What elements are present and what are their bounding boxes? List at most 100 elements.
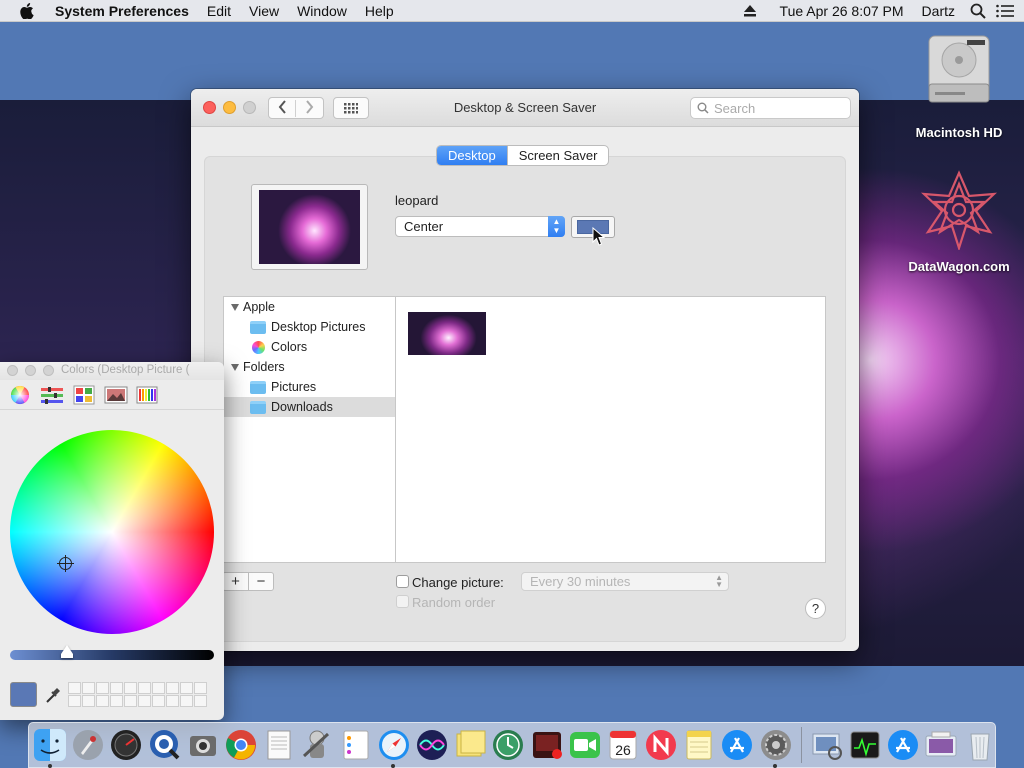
photo-booth-icon[interactable] [528, 727, 565, 764]
quicktime-icon[interactable] [146, 727, 183, 764]
chrome-icon[interactable] [223, 727, 260, 764]
menu-user[interactable]: Dartz [913, 3, 964, 19]
brightness-slider-knob[interactable] [61, 645, 74, 658]
custom-swatch-cell[interactable] [180, 695, 193, 707]
custom-swatch-cell[interactable] [166, 695, 179, 707]
custom-swatch-cell[interactable] [110, 682, 123, 694]
activity-monitor-icon[interactable] [847, 727, 884, 764]
tab-screen-saver[interactable]: Screen Saver [506, 146, 609, 165]
tab-desktop[interactable]: Desktop [437, 146, 507, 165]
window-titlebar[interactable]: Desktop & Screen Saver [191, 89, 859, 127]
source-item-downloads[interactable]: Downloads [224, 397, 395, 417]
system-preferences-icon[interactable] [757, 727, 794, 768]
desktop-icon-label: DataWagon.com [908, 259, 1010, 274]
desktop-icon-macintosh-hd[interactable]: Macintosh HD [904, 32, 1014, 140]
desktop-folder-icon[interactable] [923, 727, 960, 764]
apple-menu-icon[interactable] [20, 2, 34, 19]
custom-swatch-cell[interactable] [68, 695, 81, 707]
random-order-checkbox[interactable] [396, 595, 409, 608]
custom-swatch-cell[interactable] [180, 682, 193, 694]
source-group-folders[interactable]: Folders [224, 357, 395, 377]
reminders-icon[interactable] [337, 727, 374, 764]
custom-swatch-cell[interactable] [152, 695, 165, 707]
source-item-colors[interactable]: Colors [224, 337, 395, 357]
placement-popup[interactable]: Center ▲ ▼ [395, 216, 565, 237]
spotlight-icon[interactable] [970, 3, 986, 19]
color-swatch-grid[interactable] [68, 682, 207, 707]
search-field[interactable] [690, 97, 851, 119]
custom-swatch-cell[interactable] [194, 695, 207, 707]
custom-swatch-cell[interactable] [194, 682, 207, 694]
colors-zoom-button[interactable] [43, 365, 54, 376]
custom-swatch-cell[interactable] [68, 682, 81, 694]
siri-icon[interactable] [413, 727, 450, 764]
source-group-apple[interactable]: Apple [224, 297, 395, 317]
brightness-slider[interactable] [10, 650, 214, 660]
eyedropper-icon[interactable] [45, 686, 61, 704]
help-button[interactable]: ? [805, 598, 826, 619]
screenshot-icon[interactable] [184, 727, 221, 764]
add-remove-buttons: + − [222, 572, 274, 591]
custom-swatch-cell[interactable] [82, 682, 95, 694]
interval-value: Every 30 minutes [530, 574, 631, 589]
menu-clock[interactable]: Tue Apr 26 8:07 PM [771, 3, 913, 19]
disclosure-triangle-icon[interactable] [231, 363, 239, 371]
change-picture-checkbox[interactable] [396, 575, 409, 588]
safari-icon[interactable] [375, 727, 412, 768]
custom-swatch-cell[interactable] [82, 695, 95, 707]
time-machine-icon[interactable] [490, 727, 527, 764]
preview-icon[interactable] [808, 727, 845, 764]
sliders-icon[interactable] [40, 385, 63, 405]
source-group-label: Apple [243, 300, 275, 314]
notes-icon[interactable] [681, 727, 718, 764]
pencils-icon[interactable] [136, 385, 158, 405]
notification-center-icon[interactable] [996, 4, 1014, 18]
palettes-icon[interactable] [73, 385, 95, 405]
source-item-desktop-pictures[interactable]: Desktop Pictures [224, 317, 395, 337]
color-wheel[interactable] [10, 430, 214, 634]
disclosure-triangle-icon[interactable] [231, 303, 239, 311]
colors-panel-titlebar[interactable]: Colors (Desktop Picture ( [0, 362, 224, 380]
random-order-label: Random order [412, 595, 496, 610]
color-wheel-icon[interactable] [10, 385, 32, 405]
news-icon[interactable] [643, 727, 680, 764]
eject-icon[interactable] [743, 4, 757, 17]
custom-swatch-cell[interactable] [152, 682, 165, 694]
color-wheel-crosshair[interactable] [57, 555, 74, 572]
app-store-downloads-icon[interactable] [885, 727, 922, 764]
finder-icon[interactable] [32, 727, 69, 768]
calendar-icon[interactable]: 26 [604, 727, 641, 764]
automator-icon[interactable] [299, 727, 336, 764]
menu-view[interactable]: View [240, 3, 288, 19]
facetime-icon[interactable] [566, 727, 603, 764]
source-item-pictures[interactable]: Pictures [224, 377, 395, 397]
interval-popup[interactable]: Every 30 minutes ▲ ▼ [521, 572, 729, 591]
stickies-icon[interactable] [452, 727, 489, 764]
custom-swatch-cell[interactable] [96, 695, 109, 707]
menu-edit[interactable]: Edit [198, 3, 240, 19]
custom-swatch-cell[interactable] [166, 682, 179, 694]
current-color-swatch[interactable] [10, 682, 37, 707]
dashboard-icon[interactable] [108, 727, 145, 764]
image-palettes-icon[interactable] [104, 385, 128, 405]
menu-window[interactable]: Window [288, 3, 356, 19]
custom-swatch-cell[interactable] [110, 695, 123, 707]
trash-icon[interactable] [961, 727, 998, 764]
picture-thumbnail[interactable] [408, 312, 486, 355]
search-input[interactable] [714, 100, 844, 116]
textedit-icon[interactable] [261, 727, 298, 764]
menu-app-name[interactable]: System Preferences [46, 3, 198, 19]
custom-swatch-cell[interactable] [124, 682, 137, 694]
custom-swatch-cell[interactable] [138, 695, 151, 707]
desktop-icon-datawagon[interactable]: DataWagon.com [904, 170, 1014, 274]
menu-help[interactable]: Help [356, 3, 403, 19]
colors-minimize-button[interactable] [25, 365, 36, 376]
launchpad-icon[interactable] [70, 727, 107, 764]
colors-close-button[interactable] [7, 365, 18, 376]
remove-folder-button[interactable]: − [248, 573, 273, 590]
custom-swatch-cell[interactable] [124, 695, 137, 707]
app-store-icon[interactable] [719, 727, 756, 764]
add-folder-button[interactable]: + [223, 573, 248, 590]
custom-swatch-cell[interactable] [138, 682, 151, 694]
custom-swatch-cell[interactable] [96, 682, 109, 694]
